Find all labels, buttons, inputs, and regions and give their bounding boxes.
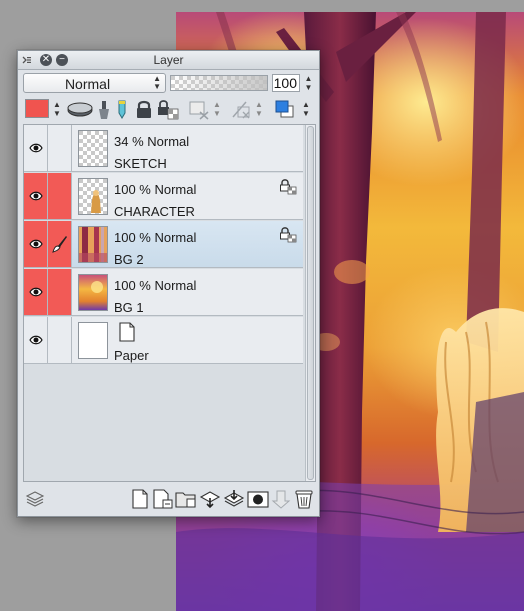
edit-target-cell[interactable]	[48, 221, 72, 267]
panel-titlebar[interactable]: ✕ − Layer	[18, 51, 319, 70]
eye-icon	[29, 191, 43, 201]
delete-layer-icon[interactable]	[294, 489, 314, 509]
new-raster-layer-icon[interactable]	[130, 489, 150, 509]
panel-title: Layer	[153, 53, 184, 67]
color-stepper[interactable]: ▲ ▼	[52, 100, 62, 118]
layer-row-paper[interactable]: Paper	[24, 317, 303, 364]
opacity-input[interactable]: 100	[272, 74, 300, 92]
scrollbar-thumb[interactable]	[307, 126, 314, 480]
lock-icon[interactable]	[279, 226, 297, 243]
mask-stepper[interactable]: ▲ ▼	[254, 100, 264, 118]
layer-panel: ✕ − Layer Normal ▲ ▼ 100 ▲ ▼ ▲ ▼ ▲ ▼ ▲ ▼…	[17, 50, 320, 517]
blend-mode-value: Normal	[64, 76, 111, 92]
bg2-thumbnail-art	[79, 227, 107, 262]
layer-list: 34 % Normal SKETCH 100 % Normal CHARACTE…	[23, 124, 316, 482]
eye-icon	[29, 287, 43, 297]
new-layer-folder-icon[interactable]	[175, 489, 197, 509]
visibility-toggle[interactable]	[24, 125, 48, 171]
reference-layer-icon[interactable]	[66, 99, 94, 120]
layer-name: CHARACTER	[114, 204, 195, 219]
layer-row-bg2[interactable]: 100 % Normal BG 2	[24, 221, 303, 268]
layer-mask-icon[interactable]	[247, 489, 269, 509]
layer-opacity-mode: 100 % Normal	[114, 182, 197, 197]
layer-row-bg1[interactable]: 100 % Normal BG 1	[24, 269, 303, 316]
layer-thumbnail	[78, 178, 108, 215]
edit-target-cell[interactable]	[48, 173, 72, 219]
blend-mode-stepper-icon: ▲ ▼	[153, 74, 161, 91]
clip-layer-icon[interactable]	[188, 99, 210, 120]
paper-icon	[119, 322, 135, 342]
visibility-toggle[interactable]	[24, 269, 48, 315]
eye-icon	[29, 335, 43, 345]
eye-icon	[29, 143, 43, 153]
blend-mode-select[interactable]: Normal ▲ ▼	[23, 73, 166, 93]
layer-opacity-mode: 34 % Normal	[114, 134, 190, 149]
clip-stepper[interactable]: ▲ ▼	[212, 100, 222, 118]
merge-down-icon[interactable]	[223, 489, 245, 509]
apply-mask-icon[interactable]	[271, 489, 291, 509]
transfer-to-lower-layer-icon[interactable]	[199, 489, 221, 509]
layer-color-icon[interactable]	[274, 99, 296, 120]
opacity-stepper[interactable]: ▲ ▼	[302, 74, 315, 92]
layer-thumbnail	[78, 130, 108, 167]
edit-target-cell[interactable]	[48, 125, 72, 171]
layer-thumbnail	[78, 226, 108, 263]
layer-bottom-toolbar	[18, 483, 319, 516]
new-vector-layer-icon[interactable]	[152, 489, 174, 509]
opacity-slider[interactable]	[170, 75, 268, 91]
eye-icon	[29, 239, 43, 249]
layer-row-sketch[interactable]: 34 % Normal SKETCH	[24, 125, 303, 172]
layer-row-character[interactable]: 100 % Normal CHARACTER	[24, 173, 303, 220]
character-thumbnail-art	[91, 190, 101, 213]
layer-name: BG 1	[114, 300, 144, 315]
layer-thumbnail	[78, 322, 108, 359]
layer-tools-row: ▲ ▼ ▲ ▼ ▲ ▼ ▲ ▼	[18, 98, 319, 123]
bg1-thumbnail-art	[79, 275, 107, 310]
layer-name: SKETCH	[114, 156, 167, 171]
layer-list-scrollbar[interactable]	[305, 125, 315, 481]
visibility-toggle[interactable]	[24, 317, 48, 363]
layer-color-swatch[interactable]	[25, 99, 49, 118]
lock-transparent-pixels-icon[interactable]	[156, 99, 180, 120]
visibility-toggle[interactable]	[24, 221, 48, 267]
lock-icon[interactable]	[279, 178, 297, 195]
layer-opacity-mode: 100 % Normal	[114, 230, 197, 245]
blend-opacity-row: Normal ▲ ▼ 100 ▲ ▼	[18, 71, 319, 96]
layer-opacity-mode: 100 % Normal	[114, 278, 197, 293]
layer-name: BG 2	[114, 252, 144, 267]
edit-target-cell[interactable]	[48, 269, 72, 315]
brush-icon	[52, 236, 67, 253]
visibility-toggle[interactable]	[24, 173, 48, 219]
lock-layer-icon[interactable]	[134, 99, 154, 120]
edit-target-cell[interactable]	[48, 317, 72, 363]
layer-stack-icon[interactable]	[24, 489, 46, 509]
mask-layer-icon[interactable]	[230, 99, 252, 120]
layer-thumbnail	[78, 274, 108, 311]
layer-name: Paper	[114, 348, 149, 363]
layer-color-stepper[interactable]: ▲ ▼	[301, 100, 311, 118]
draft-layer-icon[interactable]	[114, 99, 130, 120]
reference-tool-icon[interactable]	[96, 99, 112, 120]
